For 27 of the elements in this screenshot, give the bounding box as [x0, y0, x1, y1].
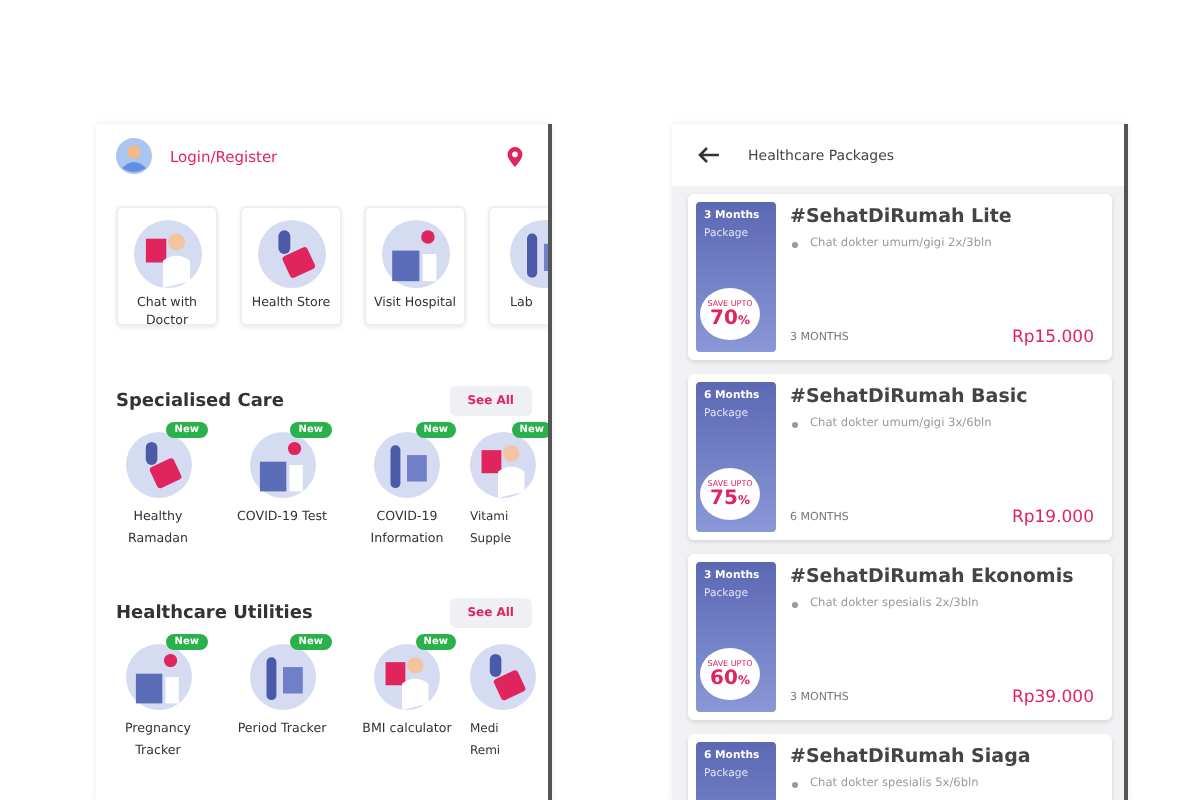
feature-illustration-icon	[470, 432, 536, 498]
feature-illustration-icon	[470, 644, 536, 710]
service-illustration-icon	[381, 220, 449, 288]
bullet-icon	[792, 241, 798, 247]
location-pin-icon[interactable]	[506, 145, 524, 167]
feature-illustration-icon	[249, 644, 315, 710]
service-illustration-icon	[133, 220, 201, 288]
bullet-icon	[792, 781, 798, 787]
package-name: #SehatDiRumah Ekonomis	[790, 566, 1076, 588]
feature-illustration-icon	[374, 432, 440, 498]
feature-illustration-icon	[125, 432, 191, 498]
feature-illustration-icon	[374, 644, 440, 710]
section-title: Specialised Care	[116, 391, 284, 411]
price-label: Rp19.000	[1011, 508, 1094, 528]
service-illustration-icon	[257, 220, 325, 288]
price-label: Rp15.000	[1011, 328, 1094, 348]
feature-illustration-icon	[249, 432, 315, 498]
bullet-icon	[792, 601, 798, 607]
package-name: #SehatDiRumah Basic	[790, 386, 1030, 408]
package-name: #SehatDiRumah Lite	[790, 206, 1014, 228]
package-name: #SehatDiRumah Siaga	[790, 746, 1033, 768]
feature-illustration-icon	[125, 644, 191, 710]
price-label: Rp39.000	[1011, 688, 1094, 708]
avatar-icon	[116, 138, 152, 174]
section-title: Healthcare Utilities	[116, 603, 313, 623]
back-arrow-icon[interactable]	[698, 146, 720, 164]
bullet-icon	[792, 421, 798, 427]
